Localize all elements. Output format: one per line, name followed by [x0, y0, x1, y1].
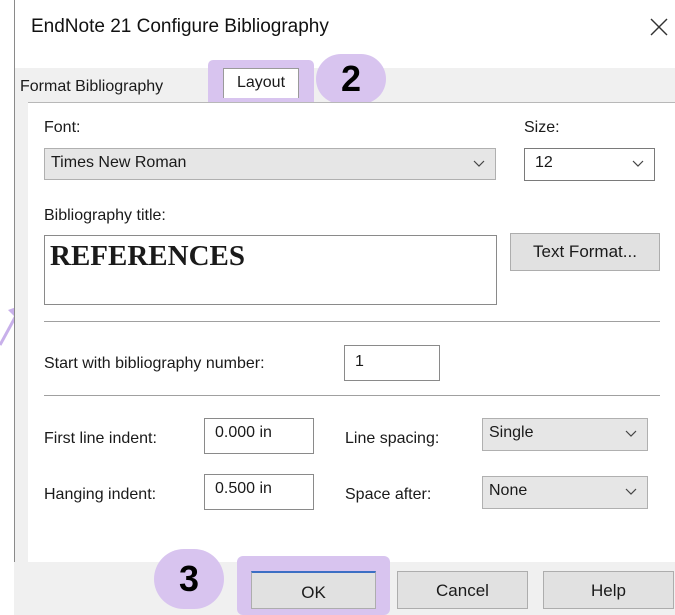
- chevron-down-icon: [473, 160, 485, 167]
- window-title: EndNote 21 Configure Bibliography: [31, 16, 329, 37]
- chevron-down-icon: [625, 488, 637, 495]
- close-icon[interactable]: [648, 16, 670, 38]
- font-select-value: Times New Roman: [51, 154, 187, 171]
- step-3-badge: 3: [154, 549, 224, 609]
- step-2-badge: 2: [316, 54, 386, 104]
- help-button[interactable]: Help: [543, 571, 674, 609]
- tab-layout-highlight: Layout: [208, 60, 314, 108]
- divider: [44, 395, 660, 396]
- tab-format-bibliography[interactable]: Format Bibliography: [20, 68, 198, 102]
- layout-panel: Font: Times New Roman Size: 12 Bibliogra…: [28, 102, 675, 563]
- hanging-indent-input[interactable]: 0.500 in: [204, 474, 314, 510]
- line-spacing-value: Single: [489, 424, 534, 441]
- tab-layout[interactable]: Layout: [223, 68, 299, 98]
- space-after-value: None: [489, 482, 528, 499]
- ok-button[interactable]: OK: [251, 571, 376, 609]
- text-format-button[interactable]: Text Format...: [510, 233, 660, 271]
- divider: [44, 321, 660, 322]
- start-number-input[interactable]: 1: [344, 345, 440, 381]
- cancel-button[interactable]: Cancel: [397, 571, 528, 609]
- size-select[interactable]: 12: [524, 148, 655, 181]
- line-spacing-select[interactable]: Single: [482, 418, 648, 451]
- bibliography-title-input[interactable]: REFERENCES: [44, 235, 497, 305]
- size-label: Size:: [524, 119, 560, 136]
- first-line-indent-input[interactable]: 0.000 in: [204, 418, 314, 454]
- line-spacing-label: Line spacing:: [345, 430, 440, 447]
- start-number-label: Start with bibliography number:: [44, 355, 265, 372]
- chevron-down-icon: [625, 430, 637, 437]
- first-line-indent-label: First line indent:: [44, 430, 157, 447]
- space-after-select[interactable]: None: [482, 476, 648, 509]
- space-after-label: Space after:: [345, 486, 432, 503]
- chevron-down-icon: [632, 160, 644, 167]
- size-select-value: 12: [535, 154, 553, 171]
- bibliography-title-label: Bibliography title:: [44, 207, 166, 224]
- font-label: Font:: [44, 119, 81, 136]
- hanging-indent-label: Hanging indent:: [44, 486, 157, 503]
- font-select[interactable]: Times New Roman: [44, 148, 496, 180]
